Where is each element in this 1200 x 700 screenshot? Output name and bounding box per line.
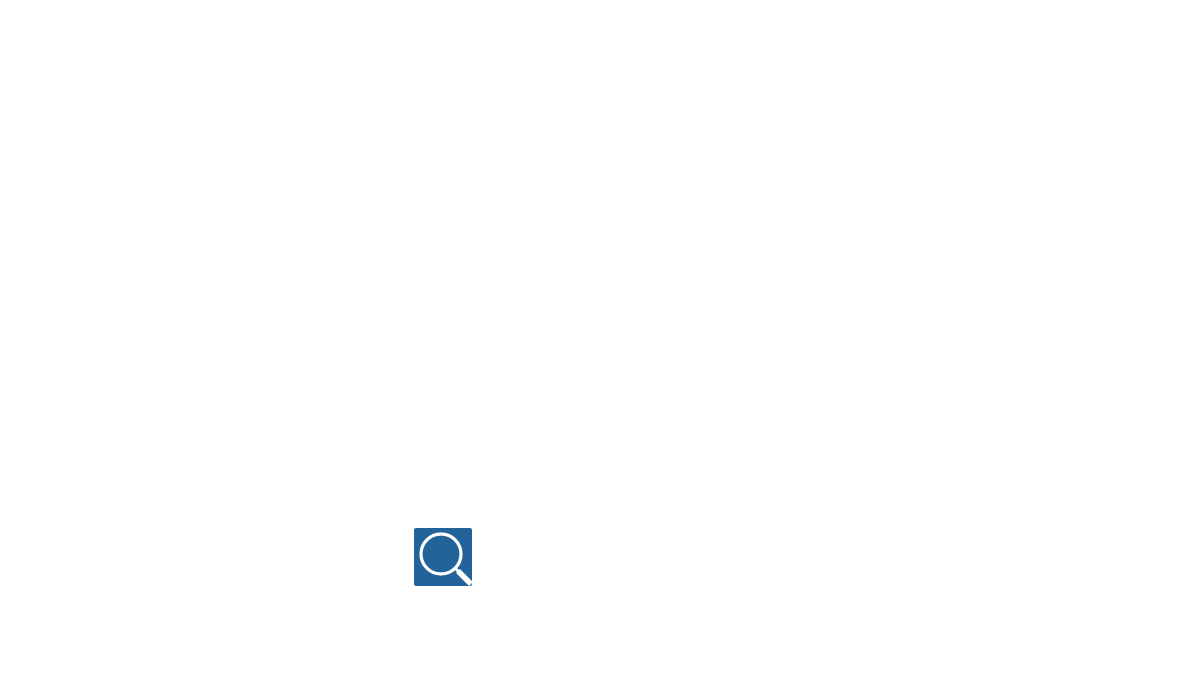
page <box>0 0 1200 700</box>
search-icon <box>414 528 472 586</box>
search-button[interactable] <box>414 528 472 586</box>
